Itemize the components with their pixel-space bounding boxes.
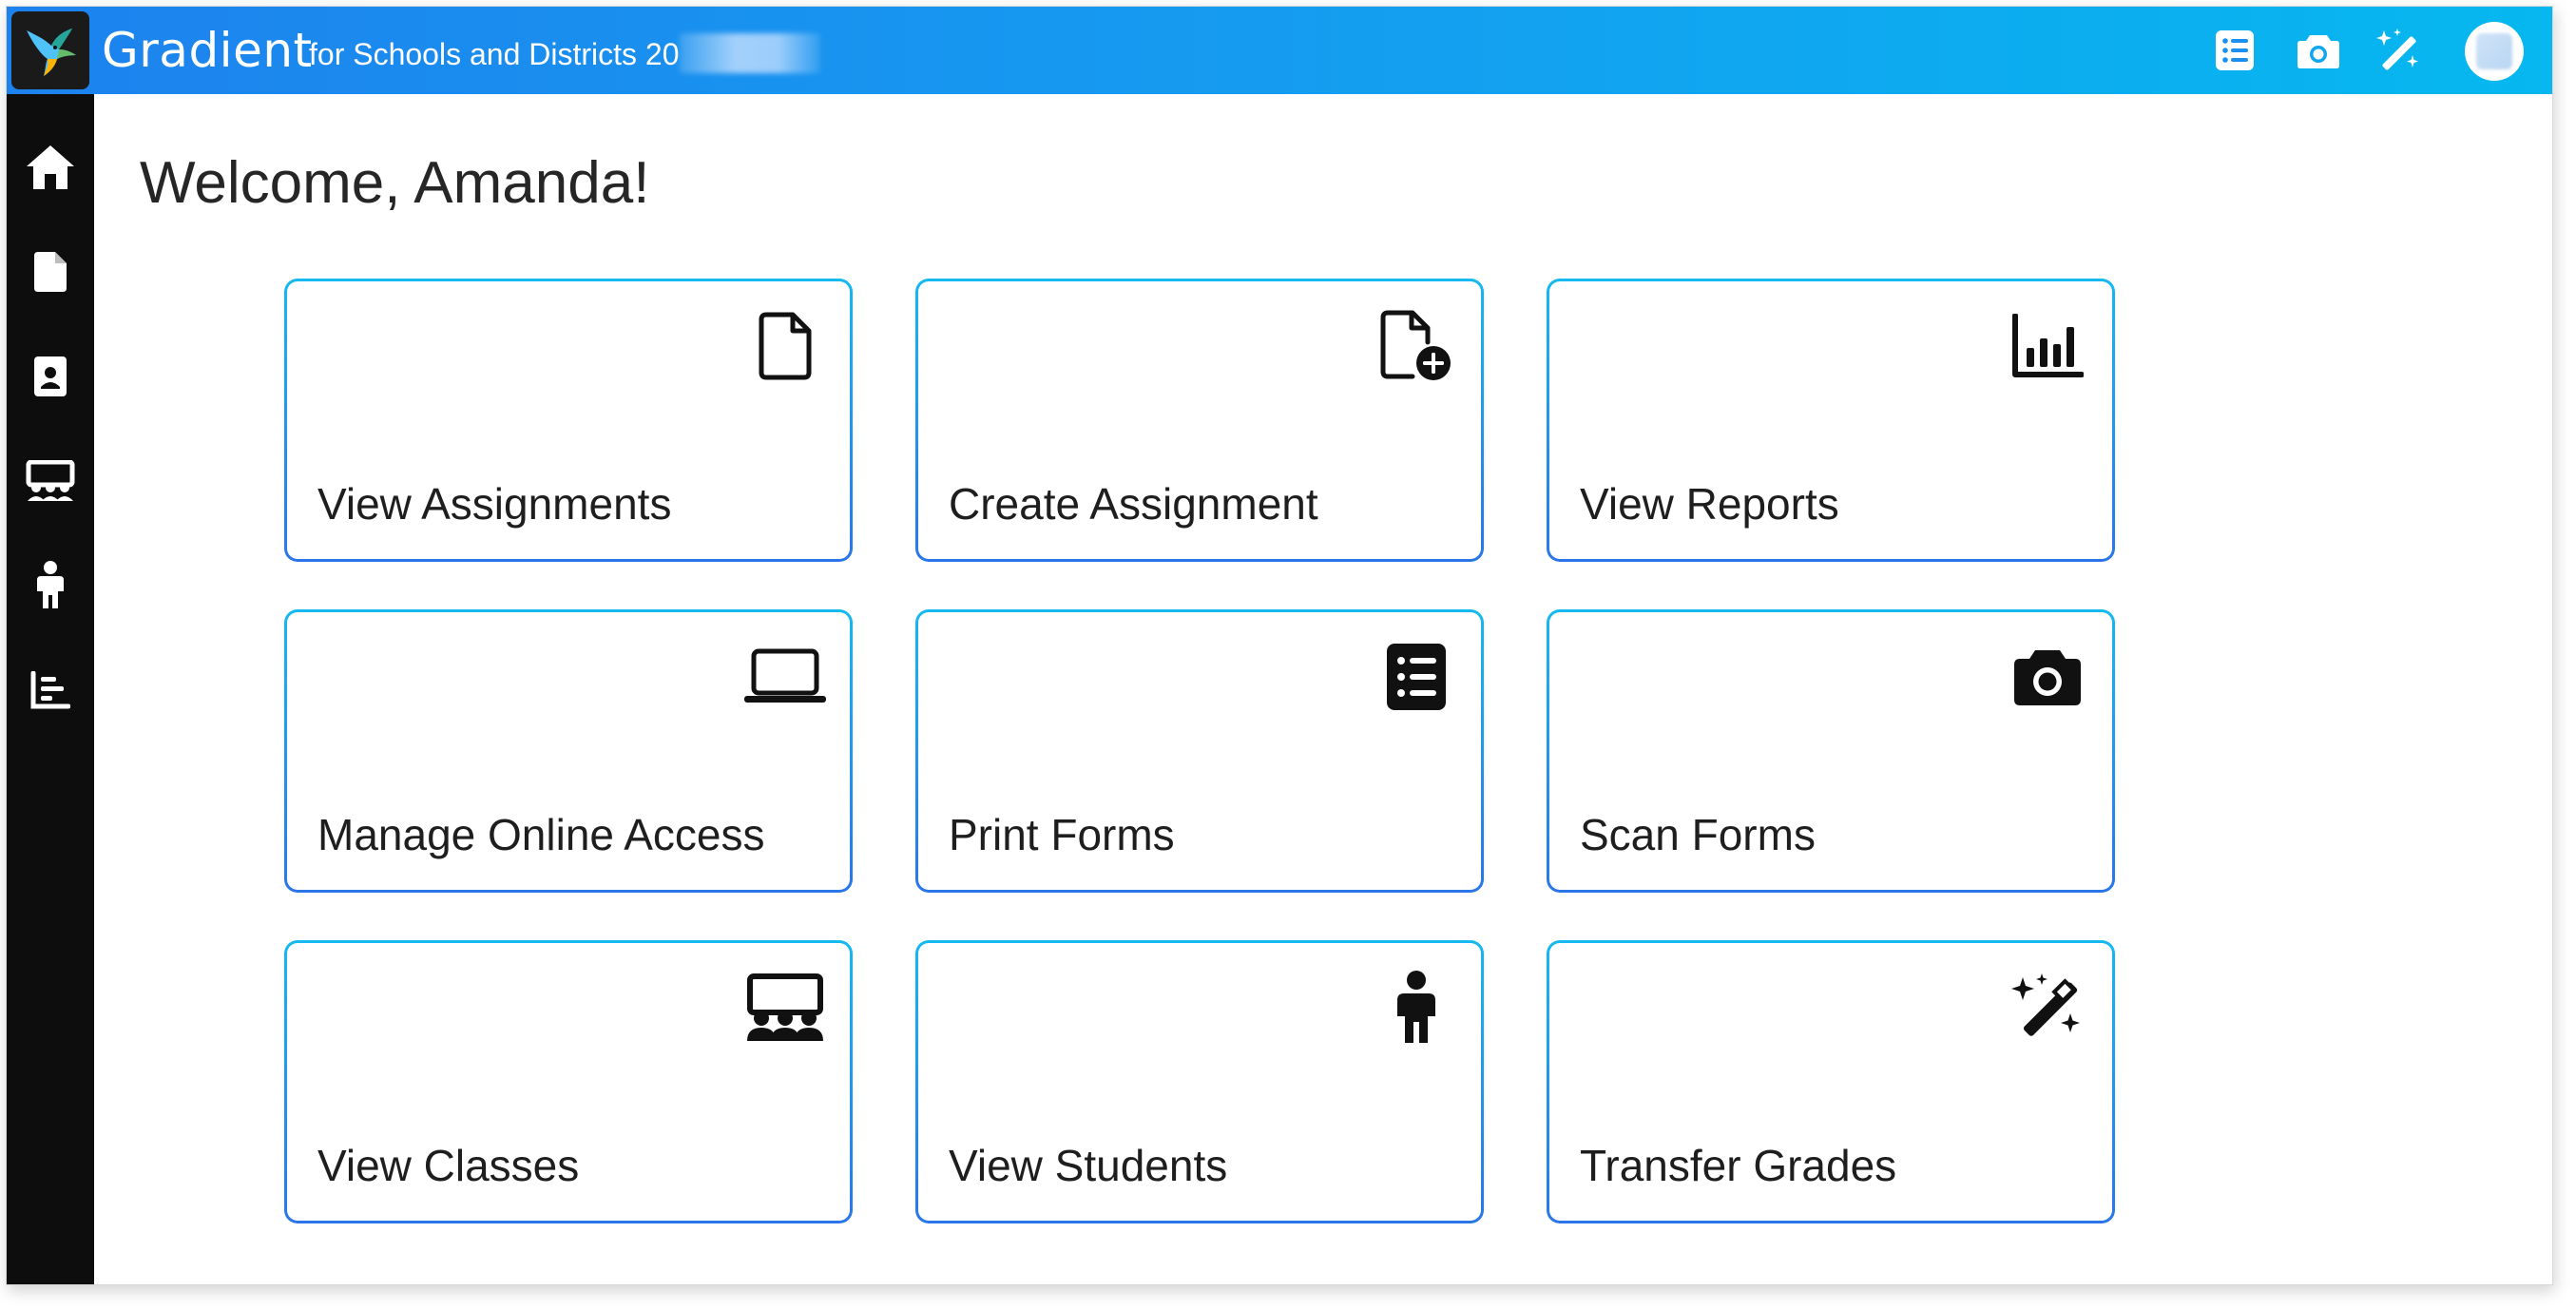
contact-card-icon [34, 356, 67, 396]
card-view-classes[interactable]: View Classes [284, 940, 853, 1223]
card-view-reports[interactable]: View Reports [1547, 279, 2115, 562]
camera-icon [2009, 639, 2086, 715]
student-icon [1378, 970, 1454, 1046]
sidebar-item-contacts[interactable] [7, 334, 94, 419]
sidebar [7, 94, 94, 1284]
welcome-heading: Welcome, Amanda! [140, 150, 650, 216]
card-print-forms[interactable]: Print Forms [915, 609, 1484, 893]
hummingbird-logo[interactable] [11, 11, 89, 89]
magic-wand-icon [2009, 970, 2086, 1046]
card-label: Print Forms [949, 810, 1175, 859]
classroom-icon [26, 460, 75, 501]
card-label: Manage Online Access [317, 810, 765, 859]
organization-name: for Schools and Districts 20 [309, 37, 680, 71]
card-create-assignment[interactable]: Create Assignment [915, 279, 1484, 562]
app-window: Gradient for Schools and Districts 20 We… [6, 6, 2553, 1285]
brand-name[interactable]: Gradient [102, 24, 313, 77]
card-scan-forms[interactable]: Scan Forms [1547, 609, 2115, 893]
card-manage-online-access[interactable]: Manage Online Access [284, 609, 853, 893]
card-label: View Classes [317, 1141, 580, 1190]
card-view-students[interactable]: View Students [915, 940, 1484, 1223]
sidebar-item-students[interactable] [7, 543, 94, 628]
list-icon[interactable] [2210, 26, 2259, 75]
bar-chart-icon [2009, 308, 2086, 384]
card-label: Transfer Grades [1580, 1141, 1897, 1190]
card-label: View Students [949, 1141, 1228, 1190]
sidebar-item-reports[interactable] [7, 647, 94, 733]
camera-icon[interactable] [2294, 26, 2343, 75]
card-label: View Assignments [317, 479, 672, 529]
card-label: Create Assignment [949, 479, 1318, 529]
card-transfer-grades[interactable]: Transfer Grades [1547, 940, 2115, 1223]
sidebar-item-assignments[interactable] [7, 229, 94, 315]
document-icon [747, 308, 823, 384]
laptop-icon [741, 639, 829, 715]
sidebar-item-home[interactable] [7, 125, 94, 210]
magic-wand-icon[interactable] [2374, 26, 2423, 75]
redacted-text [680, 33, 820, 73]
list-icon [1378, 639, 1454, 715]
top-bar: Gradient for Schools and Districts 20 [7, 7, 2552, 94]
student-icon [37, 561, 64, 608]
home-icon [27, 145, 74, 189]
user-avatar[interactable] [2465, 22, 2524, 81]
card-label: Scan Forms [1580, 810, 1816, 859]
card-label: View Reports [1580, 479, 1839, 529]
classroom-icon [741, 970, 829, 1046]
reports-chart-icon [30, 671, 70, 709]
avatar-image [2476, 33, 2512, 69]
card-view-assignments[interactable]: View Assignments [284, 279, 853, 562]
sidebar-item-classes[interactable] [7, 438, 94, 524]
document-icon [34, 252, 67, 292]
document-add-icon [1378, 308, 1454, 384]
